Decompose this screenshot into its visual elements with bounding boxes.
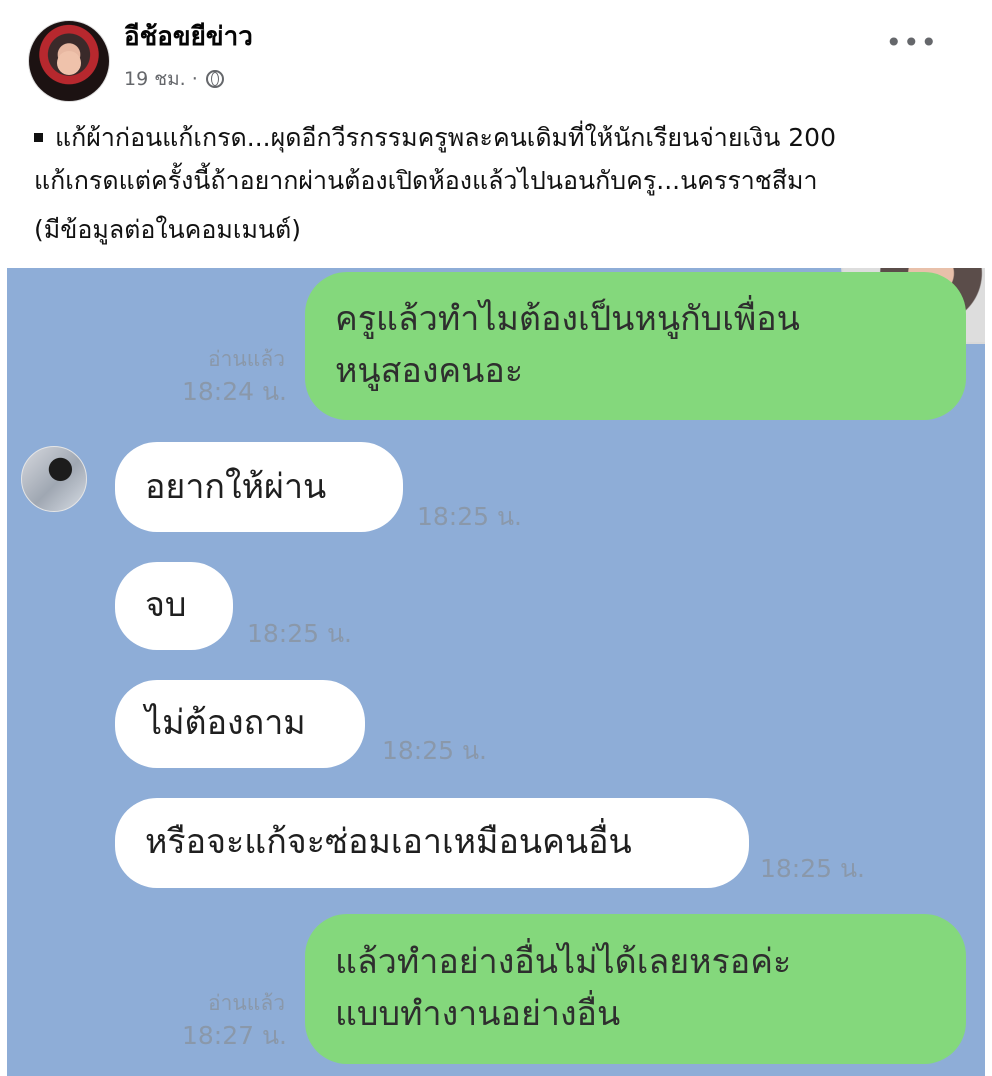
sender-avatar — [21, 446, 87, 512]
avatar-face — [57, 51, 81, 75]
bullet-icon — [34, 133, 43, 142]
post-header: อีช้อขยีข่าว 19 ชม. · ••• แก้ผ้าก่อนแก้เ… — [0, 0, 992, 268]
received-message-2: จบ — [115, 562, 233, 650]
read-status-2: อ่านแล้ว — [208, 991, 285, 1015]
caption-line-1: แก้ผ้าก่อนแก้เกรด...ผุดอีกวีรกรรมครูพละค… — [34, 116, 954, 159]
message-time-1: 18:24 น. — [181, 377, 287, 406]
page-avatar[interactable] — [28, 20, 110, 102]
caption-more-link[interactable]: (มีข้อมูลต่อในคอมเมนต์) — [34, 210, 301, 250]
received-message-4: หรือจะแก้จะซ่อมเอาเหมือนคนอื่น — [115, 798, 749, 888]
post-time[interactable]: 19 ชม. · — [124, 64, 198, 94]
message-time-3: 18:25 น. — [246, 619, 352, 648]
sent-message-1: ครูแล้วทำไมต้องเป็นหนูกับเพื่อน หนูสองคน… — [305, 272, 966, 420]
read-status-1: อ่านแล้ว — [208, 347, 285, 371]
message-time-4: 18:25 น. — [381, 736, 487, 765]
globe-icon — [205, 70, 224, 88]
more-options-button[interactable]: ••• — [885, 29, 938, 57]
received-message-3: ไม่ต้องถาม — [115, 680, 365, 768]
post-caption: แก้ผ้าก่อนแก้เกรด...ผุดอีกวีรกรรมครูพละค… — [34, 116, 954, 202]
received-message-1: อยากให้ผ่าน — [115, 442, 403, 532]
sent-message-2: แล้วทำอย่างอื่นไม่ได้เลยหรอค่ะ แบบทำงานอ… — [305, 914, 966, 1064]
post-meta: 19 ชม. · — [124, 64, 224, 94]
message-time-5: 18:25 น. — [759, 854, 865, 883]
message-time-2: 18:25 น. — [416, 502, 522, 531]
message-time-6: 18:27 น. — [181, 1021, 287, 1050]
page-name[interactable]: อีช้อขยีข่าว — [124, 16, 253, 57]
chat-screenshot: อ่านแล้ว 18:24 น. ครูแล้วทำไมต้องเป็นหนู… — [7, 268, 985, 1076]
caption-line-2: แก้เกรดแต่ครั้งนี้ถ้าอยากผ่านต้องเปิดห้อ… — [34, 166, 818, 195]
